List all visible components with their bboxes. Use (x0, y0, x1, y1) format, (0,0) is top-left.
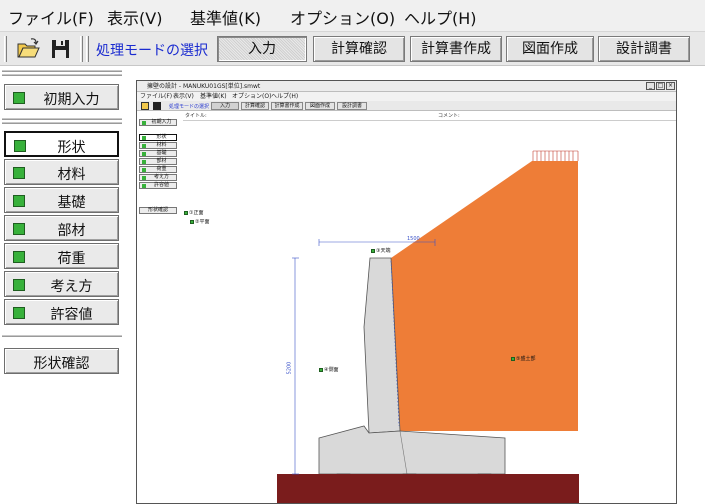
front-view-tag[interactable]: ①正面 (184, 209, 203, 216)
nav-material-label: 材料 (57, 167, 86, 183)
plan-view-tag[interactable]: ②平面 (190, 218, 209, 225)
status-indicator-icon (13, 307, 25, 319)
status-indicator-icon (13, 223, 25, 235)
height-dimension-value: 5200 (286, 361, 293, 375)
backfill-tag[interactable]: ⑤盛土部 (511, 355, 535, 362)
left-panel: 初期入力 形状 材料 基礎 部材 荷重 考え方 許容値 形状確認 (0, 66, 124, 504)
status-indicator-icon (13, 279, 25, 291)
status-indicator-icon (13, 195, 25, 207)
nav-load-button[interactable]: 荷重 (4, 243, 119, 269)
toolbar-grip[interactable] (4, 36, 7, 62)
nav-shape-label: 形状 (57, 140, 86, 156)
mode-select-label: 処理モードの選択 (96, 43, 208, 59)
panel-separator (2, 74, 122, 76)
nav-load-label: 荷重 (57, 251, 86, 267)
status-indicator-icon (13, 251, 25, 263)
nav-foundation-label: 基礎 (57, 195, 86, 211)
menu-standards[interactable]: 基準値(K) (190, 5, 261, 29)
panel-separator (2, 70, 122, 72)
nav-shape-button[interactable]: 形状 (4, 131, 119, 157)
foundation-ground[interactable] (277, 474, 579, 503)
backfill-area[interactable] (391, 161, 578, 431)
menu-view[interactable]: 表示(V) (107, 5, 162, 29)
shape-confirm-button[interactable]: 形状確認 (4, 348, 119, 374)
toolbar: 処理モードの選択 入力 計算確認 計算書作成 図面作成 設計調書 (0, 32, 705, 66)
floppy-disk-icon[interactable] (48, 37, 72, 61)
width-dimension-value: 1500 (407, 236, 420, 242)
report-create-button[interactable]: 計算書作成 (410, 36, 502, 62)
folder-open-icon[interactable] (16, 37, 40, 61)
status-indicator-icon (13, 92, 25, 104)
initial-input-button[interactable]: 初期入力 (4, 84, 119, 110)
toolbar-grip[interactable] (86, 36, 89, 62)
calc-check-button[interactable]: 計算確認 (313, 36, 405, 62)
panel-separator (2, 122, 122, 124)
nav-allowable-label: 許容値 (50, 307, 93, 323)
initial-input-label: 初期入力 (43, 92, 100, 108)
status-indicator-icon (14, 140, 26, 152)
panel-separator (2, 335, 122, 337)
menu-bar: ファイル(F) 表示(V) 基準値(K) オプション(O) ヘルプ(H) (0, 0, 705, 32)
menu-file[interactable]: ファイル(F) (8, 5, 94, 29)
panel-separator (2, 118, 122, 120)
design-record-button[interactable]: 設計調書 (598, 36, 690, 62)
nav-approach-label: 考え方 (50, 279, 93, 295)
nav-foundation-button[interactable]: 基礎 (4, 187, 119, 213)
input-mode-button[interactable]: 入力 (217, 36, 307, 62)
drawing-create-button[interactable]: 図面作成 (506, 36, 594, 62)
inner-app-window: 擁壁の設計 - MANUKU01GS[単位].smwt _ □ × ファイル(F… (136, 80, 677, 504)
side-view-tag[interactable]: ④側面 (319, 366, 338, 373)
status-indicator-icon (13, 167, 25, 179)
menu-help[interactable]: ヘルプ(H) (404, 5, 477, 29)
retaining-wall-drawing[interactable] (137, 81, 676, 503)
height-dimension-line (292, 257, 299, 475)
nav-approach-button[interactable]: 考え方 (4, 271, 119, 297)
nav-allowable-button[interactable]: 許容値 (4, 299, 119, 325)
wall-footing[interactable] (318, 425, 506, 475)
surcharge-load-marks (532, 150, 579, 161)
app-window: ファイル(F) 表示(V) 基準値(K) オプション(O) ヘルプ(H) 処理モ… (0, 0, 705, 504)
crest-tag[interactable]: ③天端 (371, 247, 390, 254)
shape-confirm-label: 形状確認 (33, 356, 90, 372)
toolbar-grip[interactable] (80, 36, 83, 62)
menu-options[interactable]: オプション(O) (290, 5, 395, 29)
nav-member-button[interactable]: 部材 (4, 215, 119, 241)
nav-material-button[interactable]: 材料 (4, 159, 119, 185)
nav-member-label: 部材 (57, 223, 86, 239)
